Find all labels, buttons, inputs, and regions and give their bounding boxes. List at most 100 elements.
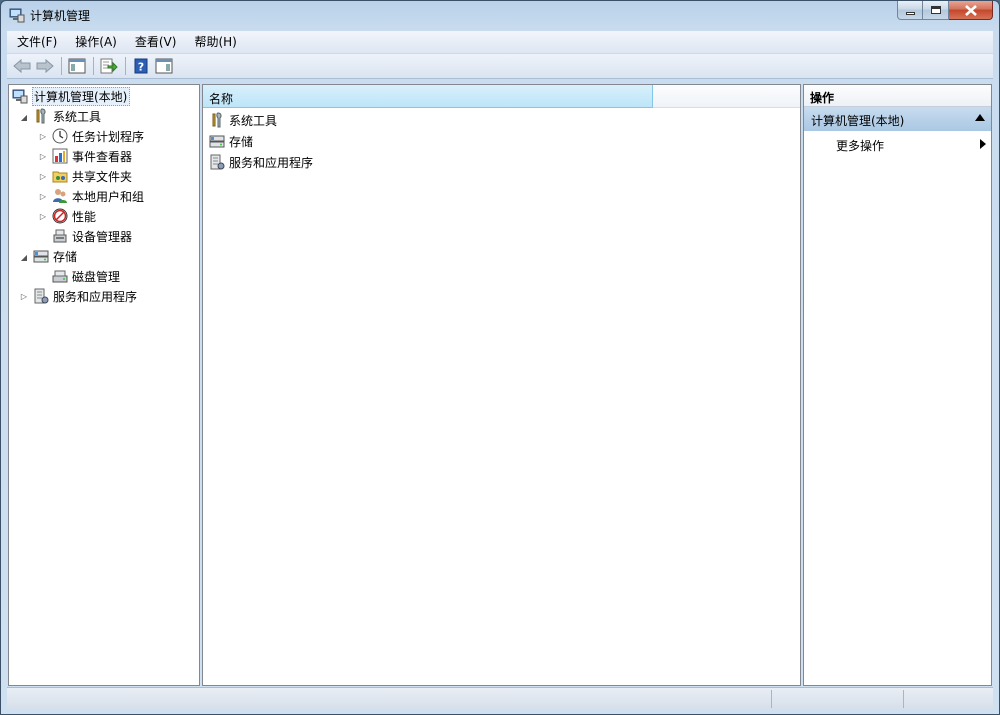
- maximize-button[interactable]: [923, 1, 949, 20]
- show-hide-action-pane-icon: [155, 58, 173, 74]
- export-list-button[interactable]: [98, 55, 120, 77]
- menu-view[interactable]: 查看(V): [125, 31, 185, 53]
- tree-label-storage: 存储: [53, 249, 78, 264]
- performance-icon: [52, 208, 68, 224]
- column-header-label: 名称: [209, 92, 234, 106]
- expander-storage[interactable]: ◢: [19, 252, 29, 262]
- tree-label-system-tools: 系统工具: [53, 109, 102, 124]
- forward-button[interactable]: [34, 55, 56, 77]
- export-list-icon: [100, 58, 118, 74]
- status-separator: [771, 690, 772, 708]
- list-item[interactable]: 系统工具: [209, 110, 277, 130]
- close-icon: [964, 4, 977, 16]
- expander-services-apps[interactable]: ▷: [19, 291, 29, 301]
- tree-label-local-users-groups: 本地用户和组: [72, 189, 145, 204]
- users-icon: [53, 189, 67, 203]
- show-hide-action-pane-button[interactable]: [153, 55, 175, 77]
- status-bar: [7, 687, 993, 709]
- toolbar-separator: [61, 57, 62, 75]
- tree-label-device-manager: 设备管理器: [72, 229, 133, 244]
- actions-pane: 操作 计算机管理(本地) 更多操作: [803, 84, 992, 686]
- forward-arrow-icon: [36, 59, 54, 73]
- column-header-name[interactable]: 名称: [203, 85, 653, 108]
- back-button[interactable]: [11, 55, 33, 77]
- list-item[interactable]: 服务和应用程序: [209, 152, 313, 172]
- tree-item-device-manager[interactable]: 设备管理器: [52, 226, 132, 246]
- event-viewer-icon: [52, 148, 68, 164]
- toolbar-separator: [93, 57, 94, 75]
- expander-event-viewer[interactable]: ▷: [38, 151, 48, 161]
- tree-item-disk-management[interactable]: 磁盘管理: [52, 266, 120, 286]
- list-item-label: 服务和应用程序: [229, 155, 314, 170]
- actions-header-label: 操作: [810, 91, 835, 105]
- show-hide-console-tree-button[interactable]: [66, 55, 88, 77]
- show-hide-console-tree-icon: [68, 58, 86, 74]
- tree-item-event-viewer[interactable]: 事件查看器: [52, 146, 132, 166]
- storage-icon: [33, 250, 49, 263]
- services-icon: [34, 288, 49, 304]
- help-icon: ?: [134, 58, 148, 74]
- tree-label-event-viewer: 事件查看器: [72, 149, 133, 164]
- expander-shared-folders[interactable]: ▷: [38, 171, 48, 181]
- title-bar[interactable]: 计算机管理: [1, 1, 999, 29]
- tools-icon: [212, 112, 222, 128]
- back-arrow-icon: [13, 59, 31, 73]
- expander-system-tools[interactable]: ◢: [19, 112, 29, 122]
- submenu-arrow-icon: [980, 139, 986, 149]
- results-list[interactable]: 名称 系统工具 存储 服务和应用程序: [202, 84, 801, 686]
- tree-label-root: 计算机管理(本地): [32, 86, 131, 106]
- services-icon: [210, 154, 225, 170]
- console-tree[interactable]: 计算机管理(本地) ◢ 系统工具 ▷ 任务计划程序 ▷ 事件查看器 ▷ 共享文件…: [8, 84, 200, 686]
- actions-group-computer-management[interactable]: 计算机管理(本地): [804, 107, 991, 131]
- expander-performance[interactable]: ▷: [38, 211, 48, 221]
- tree-label-task-scheduler: 任务计划程序: [72, 129, 145, 144]
- menu-file[interactable]: 文件(F): [7, 31, 65, 53]
- svg-text:?: ?: [138, 61, 144, 74]
- column-header-filler: [653, 85, 800, 108]
- window-title: 计算机管理: [30, 9, 91, 23]
- list-item-label: 系统工具: [229, 113, 278, 128]
- toolbar-separator: [125, 57, 126, 75]
- maximize-icon: [930, 6, 941, 14]
- clock-icon: [52, 128, 68, 144]
- list-item[interactable]: 存储: [209, 131, 253, 151]
- status-separator: [903, 690, 904, 708]
- expander-task-scheduler[interactable]: ▷: [38, 131, 48, 141]
- tree-item-performance[interactable]: 性能: [52, 206, 96, 226]
- tree-item-services-apps[interactable]: 服务和应用程序: [33, 286, 137, 306]
- minimize-button[interactable]: [897, 1, 923, 20]
- tree-label-disk-management: 磁盘管理: [72, 269, 121, 284]
- expander-local-users-groups[interactable]: ▷: [38, 191, 48, 201]
- storage-icon: [209, 135, 225, 148]
- app-window: 计算机管理 文件(F) 操作(A) 查看(V) 帮助(H) ? 计算机管理(本地…: [0, 0, 1000, 715]
- collapse-up-icon[interactable]: [975, 114, 985, 121]
- tree-item-shared-folders[interactable]: 共享文件夹: [52, 166, 132, 186]
- tree-item-computer-management[interactable]: 计算机管理(本地): [12, 86, 131, 106]
- more-actions-item[interactable]: 更多操作: [836, 135, 991, 153]
- tree-item-storage[interactable]: 存储: [33, 246, 77, 266]
- list-item-label: 存储: [229, 134, 254, 149]
- more-actions-label: 更多操作: [836, 139, 885, 153]
- computer-management-icon: [12, 89, 28, 104]
- tree-item-task-scheduler[interactable]: 任务计划程序: [52, 126, 144, 146]
- actions-group-label: 计算机管理(本地): [811, 114, 905, 128]
- tree-label-shared-folders: 共享文件夹: [72, 169, 133, 184]
- minimize-icon: [905, 11, 915, 15]
- caption-buttons: [897, 1, 993, 20]
- actions-header: 操作: [804, 85, 991, 107]
- menu-bar: 文件(F) 操作(A) 查看(V) 帮助(H): [7, 31, 993, 53]
- computer-management-icon: [9, 8, 25, 23]
- disk-management-icon: [52, 270, 68, 283]
- tree-label-services-apps: 服务和应用程序: [53, 289, 138, 304]
- device-manager-icon: [53, 229, 67, 243]
- close-button[interactable]: [949, 1, 993, 20]
- toolbar: ?: [7, 54, 993, 79]
- shared-folder-icon: [52, 171, 68, 183]
- tools-icon: [36, 108, 46, 124]
- tree-item-local-users-groups[interactable]: 本地用户和组: [52, 186, 144, 206]
- tree-item-system-tools[interactable]: 系统工具: [33, 106, 101, 126]
- tree-label-performance: 性能: [72, 209, 97, 224]
- menu-help[interactable]: 帮助(H): [184, 31, 244, 53]
- menu-action[interactable]: 操作(A): [65, 31, 125, 53]
- help-button[interactable]: ?: [130, 55, 152, 77]
